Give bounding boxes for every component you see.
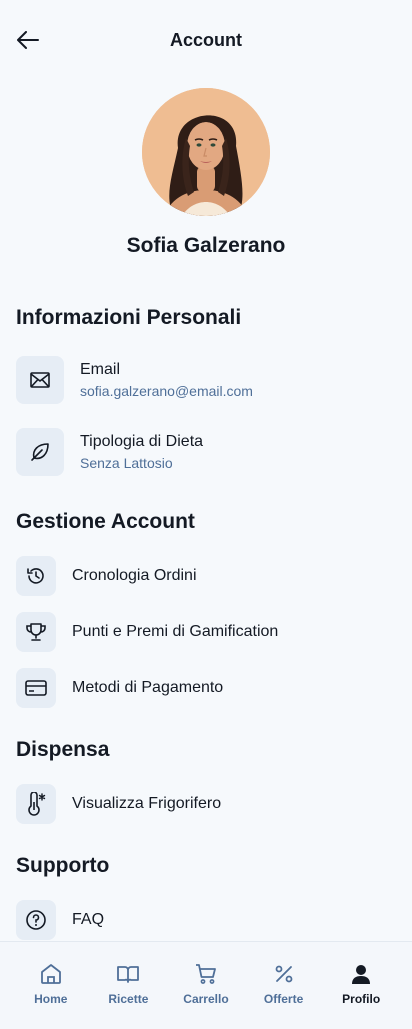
trophy-icon bbox=[26, 623, 46, 641]
gamification-row[interactable]: Punti e Premi di Gamification bbox=[16, 612, 396, 652]
fridge-row[interactable]: Visualizza Frigorifero bbox=[16, 784, 396, 824]
top-app-bar: Account bbox=[0, 0, 412, 80]
percent-icon bbox=[275, 965, 292, 983]
diet-label: Tipologia di Dieta bbox=[80, 433, 204, 450]
diet-icon-box bbox=[16, 428, 64, 476]
email-value: sofia.galzerano@email.com bbox=[80, 383, 253, 399]
fridge-label: Visualizza Frigorifero bbox=[72, 795, 222, 812]
nav-item-recipes[interactable]: Ricette bbox=[96, 942, 160, 1029]
book-icon bbox=[117, 966, 140, 983]
section-title-pantry: Dispensa bbox=[16, 738, 110, 761]
nav-item-profile[interactable]: Profilo bbox=[329, 942, 393, 1029]
nav-label-profile: Profilo bbox=[342, 992, 381, 1006]
order-history-label: Cronologia Ordini bbox=[72, 567, 197, 584]
gamification-icon-box bbox=[16, 612, 56, 652]
fridge-icon-box bbox=[16, 784, 56, 824]
credit-card-icon bbox=[25, 680, 47, 696]
history-icon bbox=[27, 568, 44, 584]
thermometer-icon bbox=[28, 792, 46, 816]
nav-label-cart: Carrello bbox=[183, 992, 229, 1006]
nav-label-recipes: Ricette bbox=[108, 992, 149, 1006]
avatar bbox=[142, 88, 270, 216]
faq-row[interactable]: FAQ bbox=[16, 900, 396, 940]
diet-value: Senza Lattosio bbox=[80, 455, 173, 471]
section-title-personal-info: Informazioni Personali bbox=[16, 306, 242, 329]
order-history-icon-box bbox=[16, 556, 56, 596]
nav-item-cart[interactable]: Carrello bbox=[174, 942, 238, 1029]
payment-icon-box bbox=[16, 668, 56, 708]
diet-row[interactable]: Tipologia di Dieta Senza Lattosio bbox=[16, 428, 396, 476]
section-title-support: Supporto bbox=[16, 854, 110, 877]
nav-item-home[interactable]: Home bbox=[19, 942, 83, 1029]
nav-label-home: Home bbox=[34, 992, 68, 1006]
faq-label: FAQ bbox=[72, 911, 105, 928]
order-history-row[interactable]: Cronologia Ordini bbox=[16, 556, 396, 596]
email-icon-box bbox=[16, 356, 64, 404]
bottom-navigation: Home Ricette Carrello Offerte Profilo bbox=[0, 941, 412, 1029]
email-row[interactable]: Email sofia.galzerano@email.com bbox=[16, 356, 396, 404]
envelope-icon bbox=[30, 372, 50, 388]
section-title-account-management: Gestione Account bbox=[16, 510, 195, 533]
profile-name: Sofia Galzerano bbox=[126, 234, 286, 257]
nav-item-offers[interactable]: Offerte bbox=[252, 942, 316, 1029]
help-circle-icon bbox=[26, 910, 46, 930]
email-label: Email bbox=[80, 361, 121, 378]
leaf-icon bbox=[31, 443, 49, 461]
faq-icon-box bbox=[16, 900, 56, 940]
home-icon bbox=[40, 964, 61, 984]
nav-label-offers: Offerte bbox=[263, 992, 304, 1006]
page-title: Account bbox=[170, 30, 242, 50]
cart-icon bbox=[195, 964, 216, 984]
user-icon bbox=[352, 965, 371, 984]
payment-methods-label: Metodi di Pagamento bbox=[72, 679, 224, 696]
gamification-label: Punti e Premi di Gamification bbox=[72, 623, 279, 640]
payment-methods-row[interactable]: Metodi di Pagamento bbox=[16, 668, 396, 708]
